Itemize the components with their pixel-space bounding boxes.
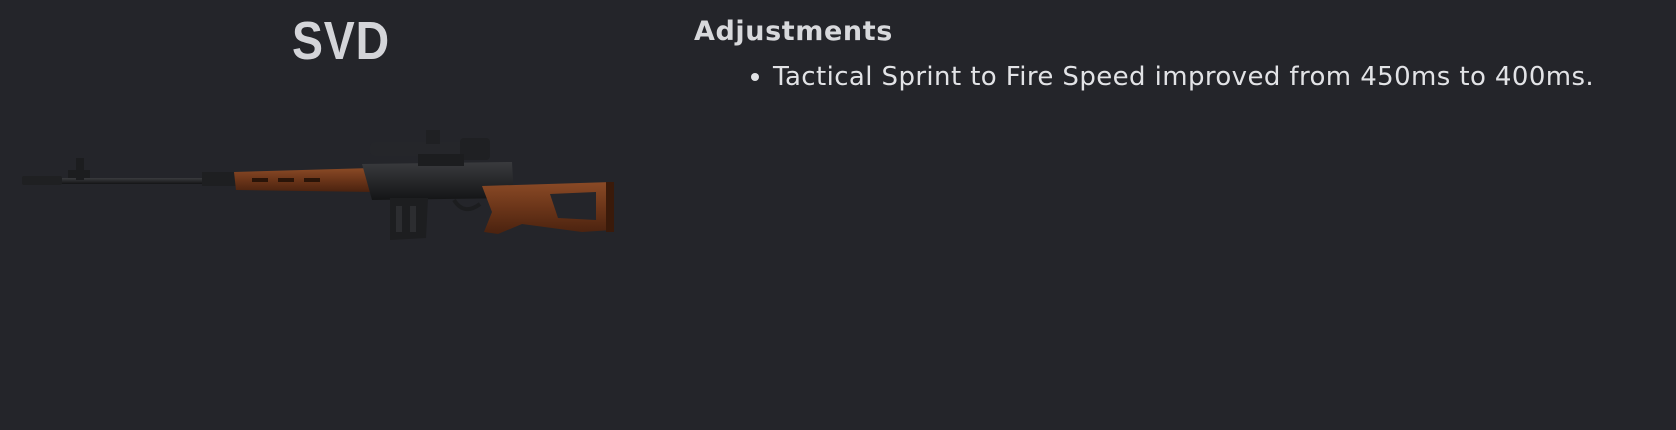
change-text: Tactical Sprint to Fire Speed improved f…	[773, 62, 1595, 92]
changes-section: Adjustments Tactical Sprint to Fire Spee…	[694, 16, 1654, 97]
list-item: Tactical Sprint to Fire Speed improved f…	[694, 57, 1654, 97]
patch-notes-panel: SVD Adjustments Tactical Sprint to Fire …	[0, 0, 1676, 430]
section-heading: Adjustments	[694, 16, 893, 47]
bullet-icon	[751, 73, 759, 81]
svd-rifle-icon	[22, 130, 614, 240]
weapon-name: SVD	[291, 11, 391, 71]
change-list: Tactical Sprint to Fire Speed improved f…	[694, 57, 1654, 97]
